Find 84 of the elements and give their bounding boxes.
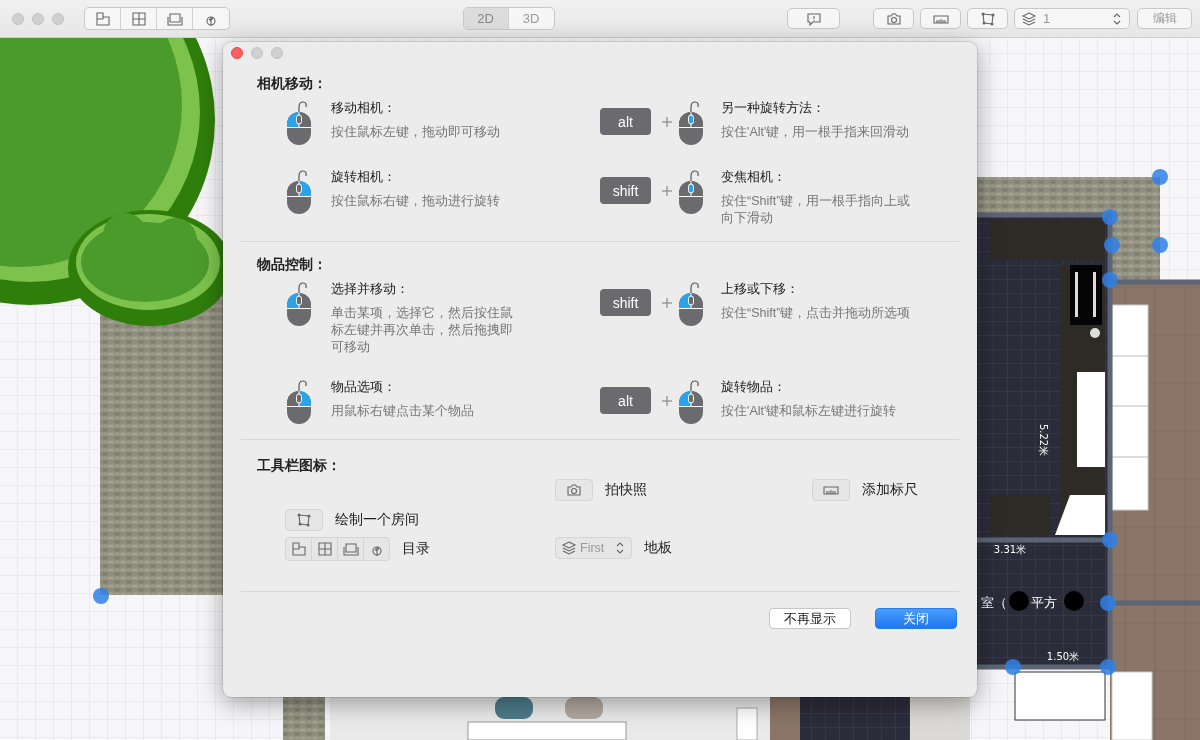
ruler-button[interactable]: [920, 8, 961, 29]
view-mode-switch[interactable]: 2D 3D: [462, 7, 555, 30]
close-button[interactable]: [231, 47, 243, 59]
vertex-handle[interactable]: [1104, 237, 1120, 253]
shortcut-title: 选择并移动：: [331, 280, 410, 298]
camera-button[interactable]: [873, 8, 914, 29]
vertex-handle[interactable]: [1152, 237, 1168, 253]
message-button[interactable]: [787, 8, 840, 29]
view-mode-tab[interactable]: 3D: [508, 8, 554, 29]
vertex-handle[interactable]: [1152, 169, 1168, 185]
shortcut-title: 旋转物品：: [721, 378, 787, 396]
plus-icon: [661, 185, 673, 197]
icon-description: 绘制一个房间: [335, 511, 419, 529]
key-cap: alt: [600, 387, 651, 414]
vertex-handle[interactable]: [93, 588, 109, 604]
layers-icon: [561, 540, 577, 556]
dont-show-again-button[interactable]: 不再显示: [769, 608, 851, 629]
shortcut-description: 用鼠标右键点击某个物品: [331, 403, 475, 420]
shortcut-title: 移动相机：: [331, 99, 397, 117]
shortcut-description: 按住“Shift”键，用一根手指向上或向下滑动: [721, 193, 912, 227]
vertex-handle[interactable]: [1102, 272, 1118, 288]
room-outline-icon: [296, 512, 312, 528]
key-cap: alt: [600, 108, 651, 135]
mouse-icon: [677, 169, 705, 215]
mouse-icon: [677, 100, 705, 146]
edit-button[interactable]: 编辑: [1137, 8, 1192, 29]
room-outline-icon: [979, 10, 996, 27]
shortcut-title: 另一种旋转方法：: [721, 99, 826, 117]
close-button[interactable]: 关闭: [875, 608, 957, 629]
vertex-handle[interactable]: [1100, 659, 1116, 675]
camera-icon: [566, 482, 582, 498]
plus-icon: [661, 297, 673, 309]
vertex-handle[interactable]: [1102, 209, 1118, 225]
dimension-label: 3.31米: [993, 544, 1027, 555]
sofa-icon: [342, 541, 359, 557]
vertex-handle[interactable]: [1102, 532, 1118, 548]
label-marker: [1064, 591, 1084, 611]
mouse-icon: [285, 169, 313, 215]
grid-icon: [130, 10, 147, 27]
section-title: 工具栏图标：: [257, 456, 342, 475]
grid-icon: [316, 541, 333, 557]
room-label: 室（: [981, 595, 1007, 610]
mouse-icon: [677, 379, 705, 425]
shortcut-title: 物品选项：: [331, 378, 397, 396]
shortcut-title: 上移或下移：: [721, 280, 800, 298]
floor-plan-icon: [94, 10, 111, 27]
floor-plan-icon: [290, 541, 307, 557]
shortcut-description: 按住'Alt'键，用一根手指来回滑动: [721, 124, 911, 141]
vertex-handle[interactable]: [1005, 659, 1021, 675]
icon-description: 地板: [644, 539, 672, 557]
shortcut-description: 单击某项，选择它，然后按住鼠标左键并再次单击，然后拖拽即可移动: [331, 305, 514, 356]
sofa-icon: [166, 10, 183, 27]
dimension-label: 1.50米: [1046, 651, 1080, 662]
mouse-icon: [677, 281, 705, 327]
level-select[interactable]: 1: [1014, 8, 1130, 29]
vertex-handle[interactable]: [1100, 595, 1116, 611]
icon-description: 添加标尺: [862, 481, 918, 499]
shortcut-description: 按住“Shift”键，点击并拖动所选项: [721, 305, 912, 322]
shortcut-title: 旋转相机：: [331, 168, 397, 186]
section-title: 相机移动：: [257, 74, 328, 93]
room-label: 平方: [1031, 595, 1057, 610]
layers-icon: [1021, 10, 1037, 27]
view-mode-tab[interactable]: 2D: [463, 8, 509, 29]
catalog-segmented-control[interactable]: [84, 7, 230, 30]
camera-icon: [885, 10, 902, 27]
shortcut-description: 按住'Alt'键和鼠标左键进行旋转: [721, 403, 898, 420]
icon-description: 拍快照: [605, 481, 647, 499]
dimension-label: 5.22米: [1038, 423, 1049, 457]
paving: [283, 697, 325, 740]
icon-description: 目录: [402, 540, 430, 558]
mouse-icon: [285, 281, 313, 327]
plus-icon: [661, 395, 673, 407]
plus-icon: [661, 116, 673, 128]
message-icon: [805, 10, 822, 27]
draw-room-button[interactable]: [967, 8, 1008, 29]
shortcut-title: 变焦相机：: [721, 168, 787, 186]
label-marker: [1009, 591, 1029, 611]
mouse-icon: [285, 379, 313, 425]
section-title: 物品控制：: [257, 255, 328, 274]
mouse-icon: [285, 100, 313, 146]
shortcut-description: 按住鼠标左键，拖动即可移动: [331, 124, 501, 141]
key-cap: shift: [600, 177, 651, 204]
shortcut-description: 按住鼠标右键，拖动进行旋转: [331, 193, 501, 210]
key-cap: shift: [600, 289, 651, 316]
